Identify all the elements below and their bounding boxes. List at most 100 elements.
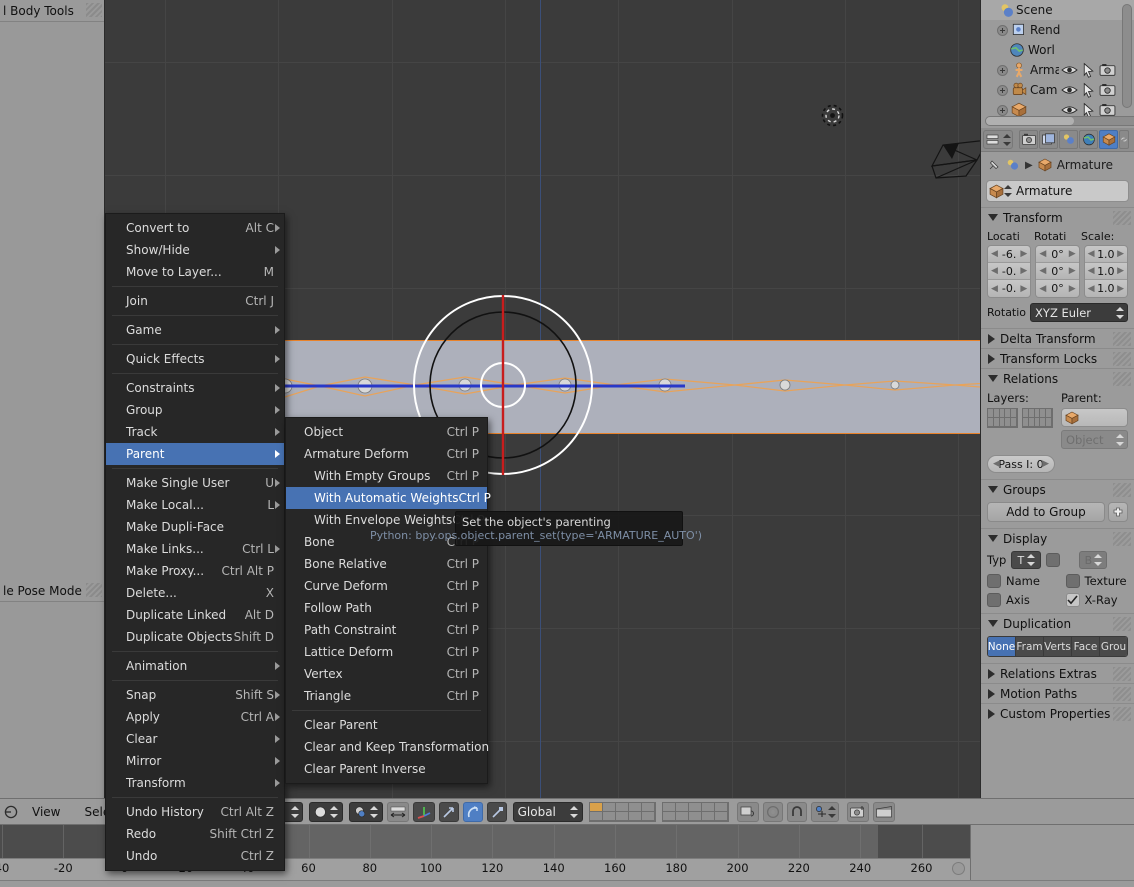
spinner-icon[interactable] xyxy=(1004,184,1012,198)
outliner-row[interactable]: Scene xyxy=(981,0,1134,20)
object-menu-item-transform[interactable]: Transform xyxy=(106,772,284,794)
display-texture-checkbox[interactable] xyxy=(1065,574,1080,588)
parent-submenu[interactable]: Object Ctrl P Armature Deform Ctrl P With Em… xyxy=(285,417,491,784)
parent-menu-item-triangle[interactable]: Triangle Ctrl P xyxy=(286,685,487,707)
render-animation-button[interactable] xyxy=(872,801,895,822)
location-z-field[interactable]: ◀ -0. ▶ xyxy=(988,280,1031,297)
parent-menu-item-with-automatic-weights[interactable]: With Automatic Weights Ctrl P xyxy=(286,487,491,509)
lock-scene-to-view-button[interactable] xyxy=(736,801,759,822)
outliner-vscrollbar[interactable] xyxy=(1122,4,1132,108)
eye-icon[interactable] xyxy=(1061,62,1078,78)
duplication-option-fram[interactable]: Fram xyxy=(1016,637,1044,656)
object-menu-item-undo-history[interactable]: Undo History Ctrl Alt Z xyxy=(106,801,284,823)
expand-toggle-icon[interactable] xyxy=(997,64,1008,76)
outliner-row[interactable]: Cam xyxy=(981,80,1134,100)
parent-object-field[interactable] xyxy=(1061,408,1128,427)
object-menu-item-show-hide[interactable]: Show/Hide xyxy=(106,239,284,261)
object-menu-item-mirror[interactable]: Mirror xyxy=(106,750,284,772)
object-menu-item-undo[interactable]: Undo Ctrl Z xyxy=(106,845,284,867)
parent-menu-item-clear-and-keep-transformation[interactable]: Clear and Keep Transformation xyxy=(286,736,489,758)
render-image-button[interactable] xyxy=(846,801,869,822)
object-menu-item-track[interactable]: Track xyxy=(106,421,284,443)
location-y-field[interactable]: ◀ -0. ▶ xyxy=(988,263,1031,280)
display-xray-row[interactable]: X-Ray xyxy=(1065,593,1129,607)
properties-editor[interactable]: ▶ Armature Armature Transform Locati Rot… xyxy=(980,128,1134,798)
object-menu-item-make-links[interactable]: Make Links... Ctrl L xyxy=(106,538,284,560)
render-camera-icon[interactable] xyxy=(1099,62,1116,78)
object-menu-item-clear[interactable]: Clear xyxy=(106,728,284,750)
parent-menu-item-with-empty-groups[interactable]: With Empty Groups Ctrl P xyxy=(286,465,487,487)
outliner-row[interactable]: Rend xyxy=(981,20,1134,40)
rotation-y-field[interactable]: ◀ 0° ▶ xyxy=(1036,263,1079,280)
location-fields[interactable]: ◀ -6. ▶ ◀ -0. ▶ ◀ -0. ▶ xyxy=(987,245,1032,298)
tool-panel-body-tools[interactable]: l Body Tools xyxy=(0,0,104,22)
panel-header-relations-extras[interactable]: Relations Extras xyxy=(981,663,1134,683)
pin-icon[interactable] xyxy=(987,158,1001,172)
scale-fields[interactable]: ◀ 1.0 ▶ ◀ 1.0 ▶ ◀ 1.0 ▶ xyxy=(1083,245,1128,298)
pass-index-field[interactable]: ◀ Pass I: 0 ▶ xyxy=(987,455,1055,473)
duplication-option-face[interactable]: Face xyxy=(1072,637,1100,656)
object-menu-item-delete[interactable]: Delete... X xyxy=(106,582,284,604)
snap-target-dropdown[interactable] xyxy=(810,801,839,822)
duplication-options[interactable]: None Fram Verts Face Grou xyxy=(987,636,1128,657)
object-menu-item-group[interactable]: Group xyxy=(106,399,284,421)
parent-menu-item-armature-deform[interactable]: Armature Deform Ctrl P xyxy=(286,443,487,465)
properties-tab-row[interactable] xyxy=(981,128,1134,152)
outliner-row[interactable]: Worl xyxy=(981,40,1134,60)
object-menu-item-convert-to[interactable]: Convert to Alt C xyxy=(106,217,284,239)
timeline-scroll-knob[interactable] xyxy=(952,862,965,875)
editor-type-button[interactable] xyxy=(983,130,1013,149)
panel-header-duplication[interactable]: Duplication xyxy=(981,613,1134,633)
pivot-point-dropdown[interactable] xyxy=(348,801,383,822)
display-name-checkbox[interactable] xyxy=(987,574,1001,588)
parent-menu-item-vertex[interactable]: Vertex Ctrl P xyxy=(286,663,487,685)
proportional-edit-button[interactable] xyxy=(762,801,783,822)
tab-render[interactable] xyxy=(1019,130,1038,149)
expand-toggle-icon[interactable] xyxy=(997,24,1008,36)
parent-menu-item-clear-parent[interactable]: Clear Parent xyxy=(286,714,487,736)
cursor-arrow-icon[interactable] xyxy=(1080,62,1097,78)
panel-header-display[interactable]: Display xyxy=(981,528,1134,548)
expand-toggle-icon[interactable] xyxy=(997,104,1008,116)
layer-group-1[interactable] xyxy=(987,408,1018,428)
viewport-shading-dropdown[interactable] xyxy=(308,801,343,822)
display-texture-row[interactable]: Texture xyxy=(1065,574,1129,588)
panel-header-transform[interactable]: Transform xyxy=(981,207,1134,227)
object-menu-item-make-single-user[interactable]: Make Single User U xyxy=(106,472,284,494)
tab-world[interactable] xyxy=(1079,130,1098,149)
object-menu-item-constraints[interactable]: Constraints xyxy=(106,377,284,399)
object-menu-item-make-proxy[interactable]: Make Proxy... Ctrl Alt P xyxy=(106,560,284,582)
display-axis-checkbox[interactable] xyxy=(987,593,1001,607)
object-menu-item-quick-effects[interactable]: Quick Effects xyxy=(106,348,284,370)
object-name-field[interactable]: Armature xyxy=(1012,184,1128,198)
outliner-row[interactable]: Arma xyxy=(981,60,1134,80)
camera-object[interactable] xyxy=(930,135,980,183)
snap-magnet-button[interactable] xyxy=(786,801,807,822)
display-wire-checkbox[interactable] xyxy=(1046,553,1061,567)
render-camera-icon[interactable] xyxy=(1099,82,1116,98)
tool-panel-pose-mode[interactable]: le Pose Mode xyxy=(0,580,104,602)
rotation-mode-dropdown[interactable]: XYZ Euler xyxy=(1030,303,1128,322)
add-to-group-button[interactable]: Add to Group xyxy=(987,502,1105,522)
display-axis-row[interactable]: Axis xyxy=(987,593,1050,607)
object-id-block[interactable]: Armature xyxy=(986,180,1129,202)
expand-toggle-icon[interactable] xyxy=(997,84,1008,96)
parent-menu-item-clear-parent-inverse[interactable]: Clear Parent Inverse xyxy=(286,758,487,780)
parent-type-dropdown[interactable]: Object xyxy=(1061,430,1128,449)
rotation-z-field[interactable]: ◀ 0° ▶ xyxy=(1036,280,1079,297)
tool-shelf[interactable]: l Body Tools le Pose Mode xyxy=(0,0,105,798)
outliner-hscrollbar[interactable] xyxy=(985,116,1134,126)
display-xray-checkbox[interactable] xyxy=(1065,593,1080,607)
duplication-option-verts[interactable]: Verts xyxy=(1044,637,1072,656)
scene-icon[interactable] xyxy=(1006,158,1020,172)
scale-z-field[interactable]: ◀ 1.0 ▶ xyxy=(1084,280,1127,297)
panel-header-delta-transform[interactable]: Delta Transform xyxy=(981,328,1134,348)
manipulator-toggle-button[interactable] xyxy=(412,801,435,822)
snap-during-transform-button[interactable] xyxy=(386,801,409,822)
layer-group-1[interactable] xyxy=(588,801,656,822)
rotation-fields[interactable]: ◀ 0° ▶ ◀ 0° ▶ ◀ 0° ▶ xyxy=(1035,245,1080,298)
parent-menu-item-path-constraint[interactable]: Path Constraint Ctrl P xyxy=(286,619,487,641)
duplication-option-grou[interactable]: Grou xyxy=(1100,637,1127,656)
rotate-manipulator-button[interactable] xyxy=(462,801,483,822)
panel-header-transform-locks[interactable]: Transform Locks xyxy=(981,348,1134,368)
